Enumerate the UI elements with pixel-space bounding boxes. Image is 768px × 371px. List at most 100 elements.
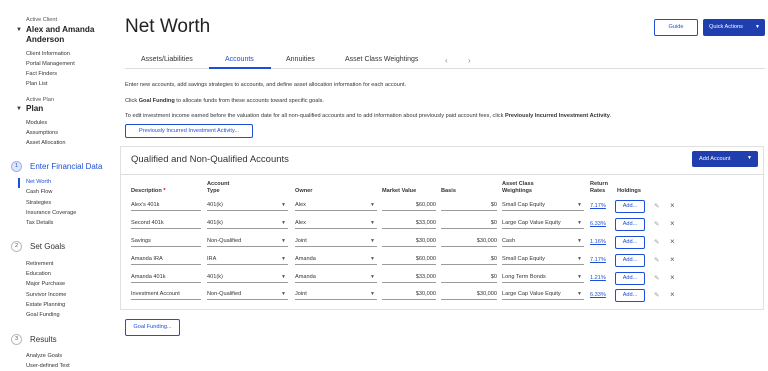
- description-input[interactable]: Amanda 401k: [131, 272, 201, 283]
- step-number-3: 3: [11, 334, 22, 345]
- market-value-input[interactable]: $33,000: [382, 218, 436, 229]
- close-icon[interactable]: ×: [670, 273, 675, 282]
- description-input[interactable]: Alex's 401k: [131, 200, 201, 211]
- account-type-select[interactable]: IRA ▼: [207, 254, 288, 265]
- chevron-right-icon[interactable]: ›: [468, 56, 471, 65]
- sidebar-item-fact-finders[interactable]: Fact Finders: [26, 71, 57, 77]
- market-value-input[interactable]: $60,000: [382, 200, 436, 211]
- sidebar-item-net-worth[interactable]: Net Worth: [26, 179, 51, 185]
- account-type-select[interactable]: 401(k) ▼: [207, 200, 288, 211]
- basis-input[interactable]: $0: [441, 218, 497, 229]
- sidebar-item-insurance-coverage[interactable]: Insurance Coverage: [26, 210, 76, 216]
- sidebar-item-assumptions[interactable]: Assumptions: [26, 130, 58, 136]
- market-value-input[interactable]: $30,000: [382, 289, 436, 300]
- asset-class-select[interactable]: Small Cap Equity ▼: [502, 200, 584, 211]
- caret-down-icon[interactable]: ▼: [16, 27, 22, 33]
- owner-select[interactable]: Amanda ▼: [295, 254, 377, 265]
- add-account-button[interactable]: Add Account ▼: [692, 151, 758, 167]
- owner-select[interactable]: Alex ▼: [295, 218, 377, 229]
- add-holdings-button[interactable]: Add...: [615, 218, 645, 231]
- close-icon[interactable]: ×: [670, 201, 675, 210]
- tab-accounts[interactable]: Accounts: [225, 56, 254, 63]
- plan-name[interactable]: Plan: [26, 104, 43, 113]
- sidebar-item-goal-funding[interactable]: Goal Funding: [26, 312, 60, 318]
- asset-class-select[interactable]: Small Cap Equity ▼: [502, 254, 584, 265]
- pencil-icon[interactable]: ✎: [654, 238, 659, 246]
- pencil-icon[interactable]: ✎: [654, 220, 659, 228]
- sidebar-item-education[interactable]: Education: [26, 271, 51, 277]
- account-type-select[interactable]: 401(k) ▼: [207, 218, 288, 229]
- description-input[interactable]: Investment Account: [131, 289, 201, 300]
- account-type-select[interactable]: 401(k) ▼: [207, 272, 288, 283]
- sidebar-item-client-information[interactable]: Client Information: [26, 51, 70, 57]
- pencil-icon[interactable]: ✎: [654, 202, 659, 210]
- sidebar-item-estate-planning[interactable]: Estate Planning: [26, 302, 65, 308]
- quick-actions-button[interactable]: Quick Actions ▼: [703, 19, 765, 36]
- sidebar-item-survivor-income[interactable]: Survivor Income: [26, 292, 66, 298]
- add-holdings-button[interactable]: Add...: [615, 254, 645, 267]
- sidebar-item-modules[interactable]: Modules: [26, 120, 47, 126]
- sidebar-item-retirement[interactable]: Retirement: [26, 261, 53, 267]
- pencil-icon[interactable]: ✎: [654, 274, 659, 282]
- return-rate-link[interactable]: 7.17%: [590, 203, 606, 209]
- tab-annuities[interactable]: Annuities: [286, 56, 315, 63]
- goal-funding-button[interactable]: Goal Funding...: [125, 319, 180, 336]
- chevron-left-icon[interactable]: ‹: [445, 56, 448, 65]
- owner-select[interactable]: Alex ▼: [295, 200, 377, 211]
- sidebar-item-portal-management[interactable]: Portal Management: [26, 61, 75, 67]
- sidebar-item-asset-allocation[interactable]: Asset Allocation: [26, 140, 66, 146]
- tab-asset-class-weightings[interactable]: Asset Class Weightings: [345, 56, 418, 63]
- return-rate-link[interactable]: 7.17%: [590, 257, 606, 263]
- sidebar-item-analyze-goals[interactable]: Analyze Goals: [26, 353, 62, 359]
- pencil-icon[interactable]: ✎: [654, 256, 659, 264]
- owner-select[interactable]: Amanda ▼: [295, 272, 377, 283]
- return-rate-link[interactable]: 1.21%: [590, 275, 606, 281]
- account-type-select[interactable]: Non-Qualified ▼: [207, 236, 288, 247]
- step-title-set-goals[interactable]: Set Goals: [30, 242, 65, 251]
- add-holdings-button[interactable]: Add...: [615, 272, 645, 285]
- market-value-input[interactable]: $30,000: [382, 236, 436, 247]
- add-holdings-button[interactable]: Add...: [615, 200, 645, 213]
- basis-input[interactable]: $30,000: [441, 289, 497, 300]
- account-type-select[interactable]: Non-Qualified ▼: [207, 289, 288, 300]
- tab-assets-liabilities[interactable]: Assets/Liabilities: [141, 56, 193, 63]
- close-icon[interactable]: ×: [670, 290, 675, 299]
- client-name-line2[interactable]: Anderson: [26, 35, 64, 44]
- pencil-icon[interactable]: ✎: [654, 291, 659, 299]
- step-title-results[interactable]: Results: [30, 335, 57, 344]
- basis-input[interactable]: $0: [441, 200, 497, 211]
- previously-incurred-activity-button[interactable]: Previously Incurred Investment Activity.…: [125, 124, 253, 138]
- caret-down-icon[interactable]: ▼: [16, 106, 22, 112]
- sidebar-item-user-defined-text[interactable]: User-defined Text: [26, 363, 70, 369]
- asset-class-select[interactable]: Cash ▼: [502, 236, 584, 247]
- asset-class-select[interactable]: Large Cap Value Equity ▼: [502, 289, 584, 300]
- sidebar-item-tax-details[interactable]: Tax Details: [26, 220, 53, 226]
- return-rate-link[interactable]: 1.16%: [590, 239, 606, 245]
- return-rate-link[interactable]: 6.33%: [590, 221, 606, 227]
- description-input[interactable]: Amanda IRA: [131, 254, 201, 265]
- sidebar-item-cash-flow[interactable]: Cash Flow: [26, 189, 52, 195]
- asset-class-select[interactable]: Large Cap Value Equity ▼: [502, 218, 584, 229]
- sidebar-item-strategies[interactable]: Strategies: [26, 200, 51, 206]
- basis-input[interactable]: $30,000: [441, 236, 497, 247]
- basis-input[interactable]: $0: [441, 254, 497, 265]
- close-icon[interactable]: ×: [670, 255, 675, 264]
- guide-button[interactable]: Guide: [654, 19, 698, 36]
- return-rate-link[interactable]: 6.33%: [590, 292, 606, 298]
- owner-select[interactable]: Joint ▼: [295, 289, 377, 300]
- basis-input[interactable]: $0: [441, 272, 497, 283]
- close-icon[interactable]: ×: [670, 219, 675, 228]
- asset-class-select[interactable]: Long Term Bonds ▼: [502, 272, 584, 283]
- description-input[interactable]: Savings: [131, 236, 201, 247]
- sidebar-item-major-purchase[interactable]: Major Purchase: [26, 281, 65, 287]
- step-title-enter-financial-data[interactable]: Enter Financial Data: [30, 162, 102, 171]
- market-value-input[interactable]: $33,000: [382, 272, 436, 283]
- owner-select[interactable]: Joint ▼: [295, 236, 377, 247]
- client-name-line1[interactable]: Alex and Amanda: [26, 25, 94, 34]
- add-holdings-button[interactable]: Add...: [615, 236, 645, 249]
- sidebar-item-plan-list[interactable]: Plan List: [26, 81, 47, 87]
- description-input[interactable]: Second 401k: [131, 218, 201, 229]
- market-value-input[interactable]: $60,000: [382, 254, 436, 265]
- close-icon[interactable]: ×: [670, 237, 675, 246]
- add-holdings-button[interactable]: Add...: [615, 289, 645, 302]
